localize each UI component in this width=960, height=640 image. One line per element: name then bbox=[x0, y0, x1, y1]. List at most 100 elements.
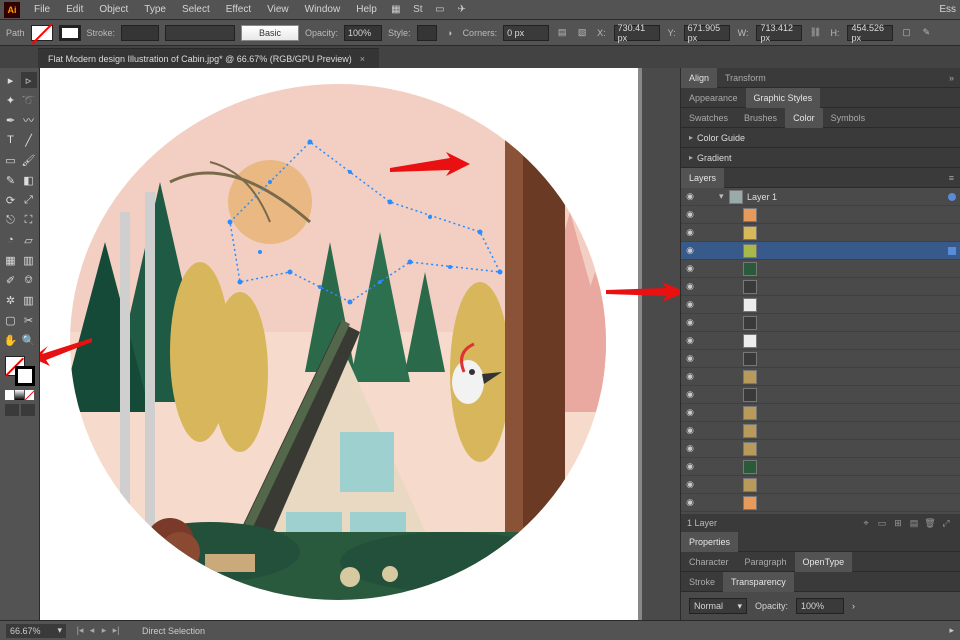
shape-icon[interactable]: ▧ bbox=[575, 26, 589, 40]
artboard-next-last[interactable]: ▸| bbox=[110, 625, 122, 636]
color-mode-toggles[interactable] bbox=[5, 390, 35, 400]
menu-select[interactable]: Select bbox=[174, 0, 218, 20]
visibility-toggle[interactable]: ◉ bbox=[681, 425, 699, 436]
layer-row[interactable]: ◉ bbox=[681, 332, 960, 350]
tab-symbols[interactable]: Symbols bbox=[823, 108, 874, 128]
eyedropper-tool[interactable]: ✐ bbox=[3, 272, 19, 288]
layer-row[interactable]: ◉ bbox=[681, 458, 960, 476]
visibility-toggle[interactable]: ◉ bbox=[681, 281, 699, 292]
workspace-switcher[interactable]: Ess bbox=[939, 4, 956, 15]
paintbrush-tool[interactable]: 🖌 bbox=[21, 152, 37, 168]
layer-row[interactable]: ◉ bbox=[681, 260, 960, 278]
gradient-fill-mode[interactable] bbox=[15, 390, 24, 400]
h-input[interactable]: 454.526 px bbox=[847, 25, 893, 41]
tab-character[interactable]: Character bbox=[681, 552, 737, 572]
tab-paragraph[interactable]: Paragraph bbox=[737, 552, 795, 572]
canvas-area[interactable] bbox=[40, 68, 680, 620]
corners-input[interactable]: 0 px bbox=[503, 25, 549, 41]
zoom-level[interactable]: 66.67%▾ bbox=[6, 624, 66, 638]
brush-definition[interactable]: Basic bbox=[241, 25, 299, 41]
type-tool[interactable]: T bbox=[3, 132, 19, 148]
line-tool[interactable]: ╱ bbox=[21, 132, 37, 148]
share-icon[interactable]: ✈ bbox=[454, 2, 470, 18]
menu-view[interactable]: View bbox=[259, 0, 297, 20]
layer-row[interactable]: ◉ bbox=[681, 242, 960, 260]
status-chevron[interactable]: ▸ bbox=[949, 625, 954, 636]
slice-tool[interactable]: ✂ bbox=[21, 312, 37, 328]
visibility-toggle[interactable]: ◉ bbox=[681, 443, 699, 454]
isolate-icon[interactable]: ▢ bbox=[899, 26, 913, 40]
opacity-field[interactable]: 100% bbox=[796, 598, 844, 614]
expand-panel-icon[interactable]: ⤢ bbox=[938, 518, 954, 529]
screen-mode-toggles[interactable] bbox=[5, 404, 35, 416]
visibility-toggle[interactable]: ◉ bbox=[681, 245, 699, 256]
perspective-tool[interactable]: ▱ bbox=[21, 232, 37, 248]
mesh-tool[interactable]: ▦ bbox=[3, 252, 19, 268]
gradient-tool[interactable]: ▥ bbox=[21, 252, 37, 268]
w-input[interactable]: 713.412 px bbox=[756, 25, 802, 41]
graphic-style[interactable] bbox=[417, 25, 437, 41]
close-tab-icon[interactable]: × bbox=[360, 54, 365, 64]
tab-color[interactable]: Color bbox=[785, 108, 823, 128]
arrange-icon[interactable]: ▭ bbox=[432, 2, 448, 18]
visibility-toggle[interactable]: ◉ bbox=[681, 371, 699, 382]
tab-layers[interactable]: Layers bbox=[681, 168, 724, 188]
y-input[interactable]: 671.905 px bbox=[684, 25, 730, 41]
tab-graphic-styles[interactable]: Graphic Styles bbox=[746, 88, 821, 108]
curvature-tool[interactable]: 〰 bbox=[21, 112, 37, 128]
tab-transparency[interactable]: Transparency bbox=[723, 572, 794, 592]
tab-brushes[interactable]: Brushes bbox=[736, 108, 785, 128]
shaper-tool[interactable]: ✎ bbox=[3, 172, 19, 188]
menu-file[interactable]: File bbox=[26, 0, 58, 20]
layers-list[interactable]: ◉▾Layer 1◉◉◉◉◉◉◉◉◉◉◉◉◉◉◉◉◉◉◉◉◉◉ bbox=[681, 188, 960, 514]
free-transform-tool[interactable]: ⛶ bbox=[21, 212, 37, 228]
artboard-prev-first[interactable]: |◂ bbox=[74, 625, 86, 636]
color-guide-section[interactable]: ▸Color Guide bbox=[681, 128, 960, 148]
stock-icon[interactable]: St bbox=[410, 2, 426, 18]
layer-row[interactable]: ◉ bbox=[681, 278, 960, 296]
zoom-tool[interactable]: 🔍 bbox=[21, 332, 37, 348]
hand-tool[interactable]: ✋ bbox=[3, 332, 19, 348]
tab-properties[interactable]: Properties bbox=[681, 532, 738, 552]
visibility-toggle[interactable]: ◉ bbox=[681, 461, 699, 472]
locate-object-icon[interactable]: ⌖ bbox=[858, 518, 874, 529]
layer-row-top[interactable]: ◉▾Layer 1 bbox=[681, 188, 960, 206]
fill-swatch[interactable] bbox=[31, 25, 53, 41]
menu-help[interactable]: Help bbox=[348, 0, 385, 20]
direct-selection-tool[interactable]: ▹ bbox=[21, 72, 37, 88]
rotate-tool[interactable]: ⟳ bbox=[3, 192, 19, 208]
shape-builder-tool[interactable]: ◔ bbox=[3, 232, 19, 248]
tab-stroke[interactable]: Stroke bbox=[681, 572, 723, 592]
var-width-profile[interactable] bbox=[165, 25, 235, 41]
new-sublayer-icon[interactable]: ⊞ bbox=[890, 518, 906, 529]
visibility-toggle[interactable]: ◉ bbox=[681, 191, 699, 202]
scale-tool[interactable]: ⤢ bbox=[21, 192, 37, 208]
none-fill-mode[interactable] bbox=[25, 390, 34, 400]
link-wh-icon[interactable]: ⛓ bbox=[808, 26, 822, 40]
layer-row[interactable]: ◉ bbox=[681, 440, 960, 458]
make-clip-icon[interactable]: ▭ bbox=[874, 518, 890, 529]
tab-align[interactable]: Align bbox=[681, 68, 717, 88]
visibility-toggle[interactable]: ◉ bbox=[681, 299, 699, 310]
layer-row[interactable]: ◉ bbox=[681, 314, 960, 332]
layer-row[interactable]: ◉ bbox=[681, 422, 960, 440]
tab-opentype[interactable]: OpenType bbox=[795, 552, 853, 572]
layer-row[interactable]: ◉ bbox=[681, 368, 960, 386]
tab-appearance[interactable]: Appearance bbox=[681, 88, 746, 108]
opacity-slider-icon[interactable]: › bbox=[852, 601, 855, 611]
layer-row[interactable]: ◉ bbox=[681, 224, 960, 242]
menu-window[interactable]: Window bbox=[297, 0, 349, 20]
artboard-prev[interactable]: ◂ bbox=[86, 625, 98, 636]
align-icon[interactable]: ▤ bbox=[555, 26, 569, 40]
visibility-toggle[interactable]: ◉ bbox=[681, 335, 699, 346]
opacity-input[interactable]: 100% bbox=[344, 25, 382, 41]
visibility-toggle[interactable]: ◉ bbox=[681, 263, 699, 274]
menu-type[interactable]: Type bbox=[136, 0, 174, 20]
pen-tool[interactable]: ✒ bbox=[3, 112, 19, 128]
artboard-tool[interactable]: ▢ bbox=[3, 312, 19, 328]
document-tab[interactable]: Flat Modern design Illustration of Cabin… bbox=[38, 48, 379, 68]
artboard-next[interactable]: ▸ bbox=[98, 625, 110, 636]
visibility-toggle[interactable]: ◉ bbox=[681, 479, 699, 490]
visibility-toggle[interactable]: ◉ bbox=[681, 227, 699, 238]
layer-row[interactable]: ◉ bbox=[681, 296, 960, 314]
